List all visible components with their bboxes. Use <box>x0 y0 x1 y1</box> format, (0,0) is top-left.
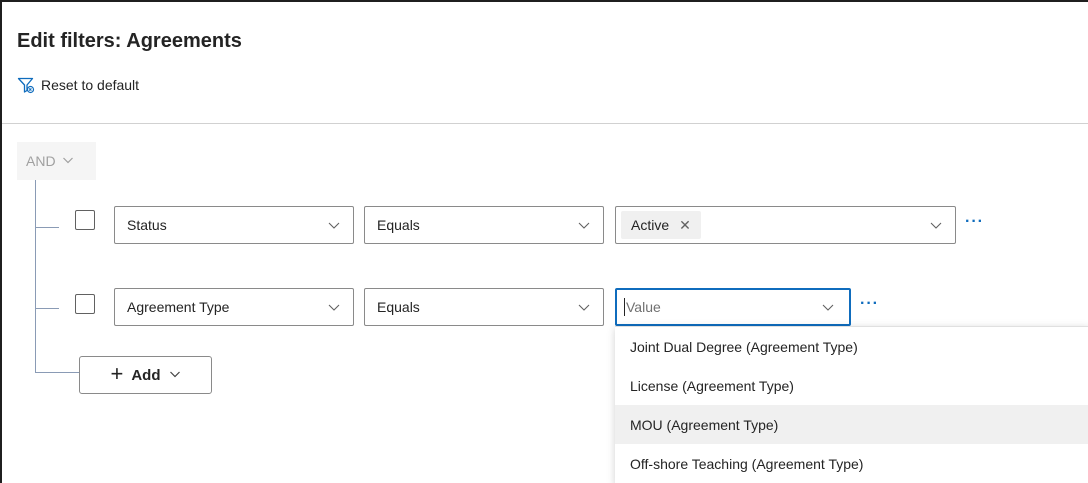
operator-select[interactable]: Equals <box>364 206 604 244</box>
chevron-down-icon <box>169 367 181 384</box>
header-divider <box>2 123 1088 124</box>
add-button-label: Add <box>131 366 161 384</box>
chevron-down-icon <box>62 153 74 169</box>
more-options-icon[interactable]: ··· <box>860 295 879 313</box>
value-tag-label: Active <box>631 217 670 233</box>
edit-filters-panel: Edit filters: Agreements Reset to defaul… <box>0 0 1088 483</box>
chevron-down-icon <box>577 300 591 314</box>
dropdown-option[interactable]: MOU (Agreement Type) <box>615 405 1088 444</box>
operator-select[interactable]: Equals <box>364 288 604 326</box>
operator-select-value: Equals <box>377 299 420 315</box>
chevron-down-icon <box>327 218 341 232</box>
value-tag: Active ✕ <box>621 211 701 239</box>
chevron-down-icon <box>821 300 835 314</box>
tree-branch <box>35 227 59 228</box>
row-checkbox[interactable] <box>75 210 95 230</box>
chevron-down-icon <box>327 300 341 314</box>
field-select[interactable]: Agreement Type <box>114 288 354 326</box>
field-select-value: Status <box>127 217 167 233</box>
value-dropdown-list: Joint Dual Degree (Agreement Type) Licen… <box>615 326 1088 483</box>
tree-connector <box>35 180 36 372</box>
plus-icon: + <box>110 361 124 386</box>
add-button[interactable]: + Add <box>79 356 212 394</box>
group-operator-dropdown[interactable]: AND <box>17 142 96 180</box>
remove-tag-icon[interactable]: ✕ <box>679 217 691 234</box>
chevron-down-icon <box>929 218 943 232</box>
chevron-down-icon <box>577 218 591 232</box>
dropdown-option[interactable]: Off-shore Teaching (Agreement Type) <box>615 444 1088 483</box>
operator-select-value: Equals <box>377 217 420 233</box>
text-caret <box>624 298 625 316</box>
field-select-value: Agreement Type <box>127 299 230 315</box>
tree-branch <box>35 372 79 373</box>
page-title: Edit filters: Agreements <box>17 30 242 52</box>
reset-label: Reset to default <box>41 77 140 93</box>
filter-reset-icon <box>17 76 35 94</box>
field-select[interactable]: Status <box>114 206 354 244</box>
reset-to-default-button[interactable]: Reset to default <box>17 76 139 94</box>
value-placeholder: Value <box>626 299 661 315</box>
dropdown-option[interactable]: Joint Dual Degree (Agreement Type) <box>615 327 1088 366</box>
dropdown-option[interactable]: License (Agreement Type) <box>615 366 1088 405</box>
value-select[interactable]: Active ✕ <box>615 206 956 244</box>
tree-branch <box>35 308 59 309</box>
row-checkbox[interactable] <box>75 294 95 314</box>
more-options-icon[interactable]: ··· <box>965 213 984 231</box>
value-input[interactable]: Value <box>615 288 851 326</box>
group-operator-label: AND <box>26 153 56 169</box>
